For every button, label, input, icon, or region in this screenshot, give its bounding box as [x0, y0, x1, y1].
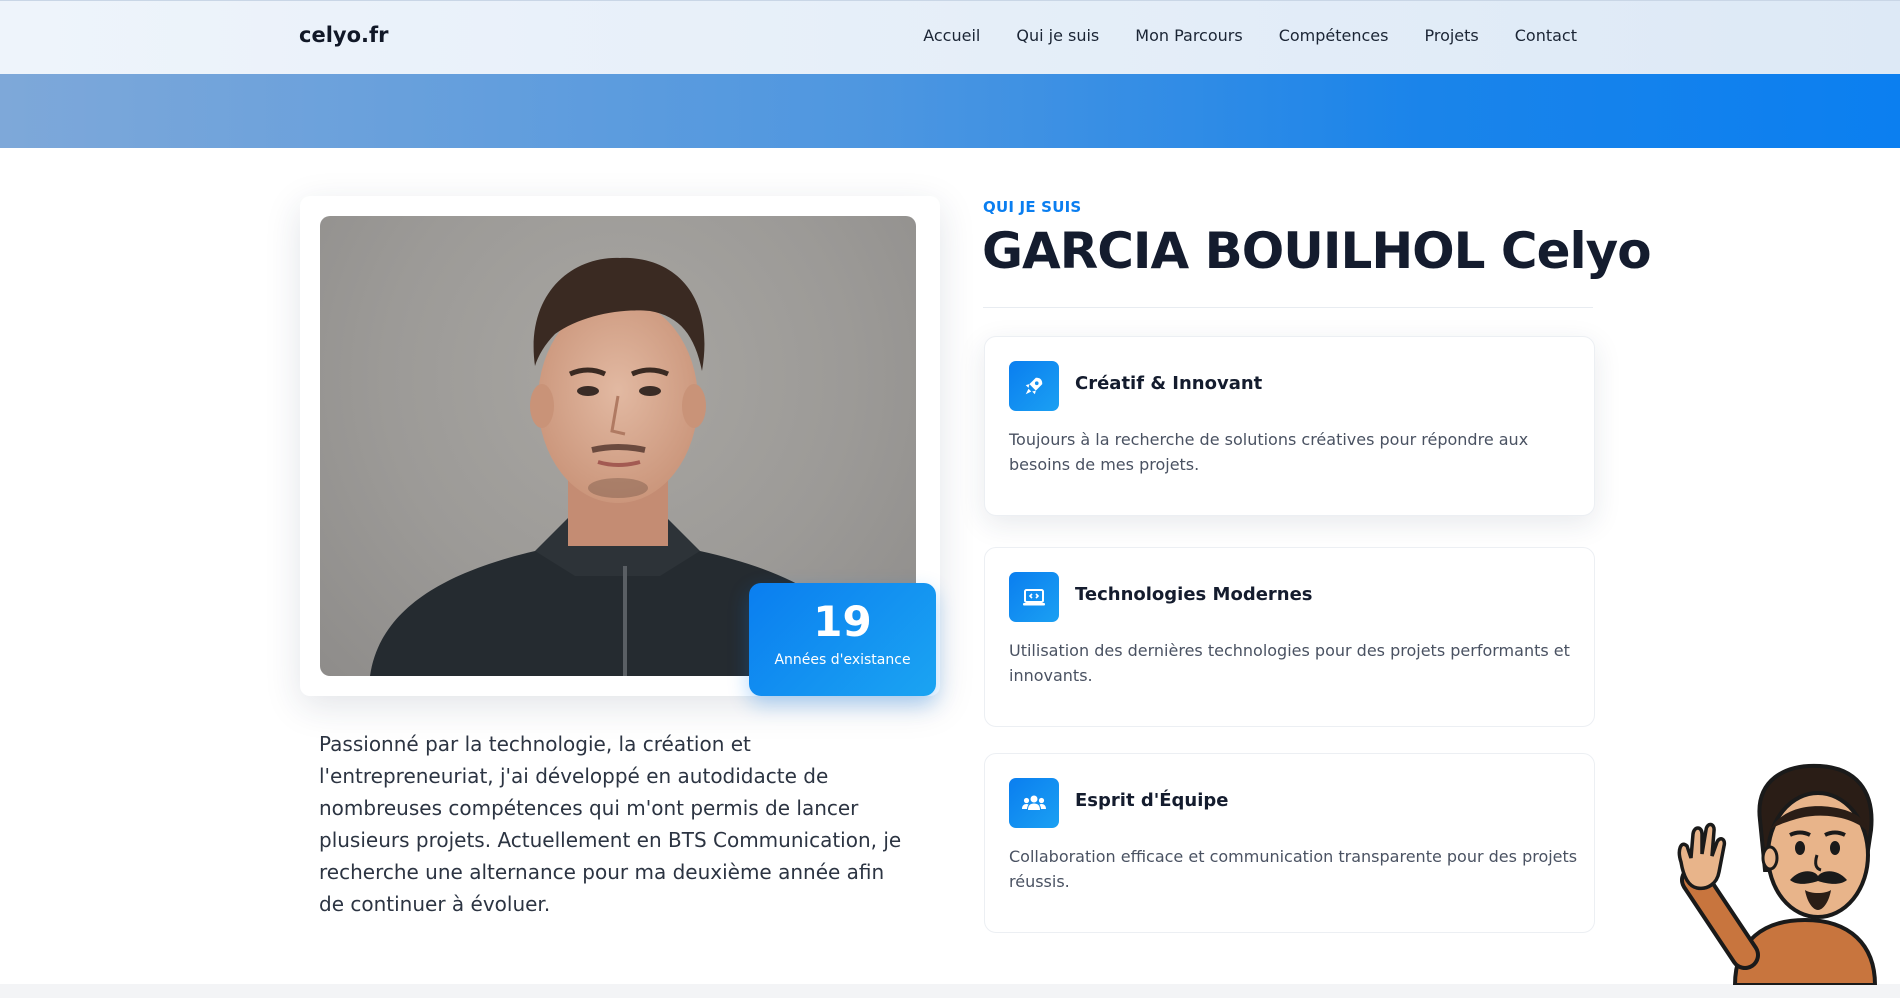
mascot-waving-character[interactable]: [1675, 760, 1885, 987]
navbar: celyo.fr Accueil Qui je suis Mon Parcour…: [0, 0, 1900, 74]
page-title: GARCIA BOUILHOL Celyo: [982, 222, 1652, 280]
nav-link-accueil[interactable]: Accueil: [923, 26, 980, 45]
feature-card-title: Créatif & Innovant: [1075, 373, 1263, 394]
bio-paragraph: Passionné par la technologie, la créatio…: [319, 732, 902, 916]
nav-link-projets[interactable]: Projets: [1424, 26, 1478, 45]
nav-link-qui-je-suis[interactable]: Qui je suis: [1016, 26, 1099, 45]
feature-card-text: Toujours à la recherche de solutions cré…: [1009, 430, 1529, 474]
section-eyebrow: QUI JE SUIS: [983, 198, 1082, 216]
feature-card-title: Technologies Modernes: [1075, 584, 1313, 605]
feature-card-equipe[interactable]: Esprit d'Équipe Collaboration efficace e…: [984, 753, 1595, 933]
feature-card-title: Esprit d'Équipe: [1075, 790, 1229, 811]
age-label: Années d'existance: [774, 652, 911, 668]
feature-card-text: Utilisation des dernières technologies p…: [1009, 641, 1570, 685]
age-badge: 19 Années d'existance: [749, 583, 936, 696]
brand-logo[interactable]: celyo.fr: [299, 23, 388, 47]
next-section-edge: [0, 984, 1900, 998]
main-nav: Accueil Qui je suis Mon Parcours Compéte…: [923, 26, 1577, 45]
laptop-code-icon: [1009, 572, 1059, 622]
feature-card-creatif[interactable]: Créatif & Innovant Toujours à la recherc…: [984, 336, 1595, 516]
feature-card-text: Collaboration efficace et communication …: [1009, 847, 1578, 891]
nav-link-contact[interactable]: Contact: [1515, 26, 1577, 45]
rocket-icon: [1009, 361, 1059, 411]
hero-gradient-band: [0, 74, 1900, 148]
nav-link-mon-parcours[interactable]: Mon Parcours: [1135, 26, 1242, 45]
nav-link-competences[interactable]: Compétences: [1279, 26, 1389, 45]
title-divider: [983, 307, 1593, 308]
age-value: 19: [813, 597, 872, 646]
users-icon: [1009, 778, 1059, 828]
feature-card-technologies[interactable]: Technologies Modernes Utilisation des de…: [984, 547, 1595, 727]
